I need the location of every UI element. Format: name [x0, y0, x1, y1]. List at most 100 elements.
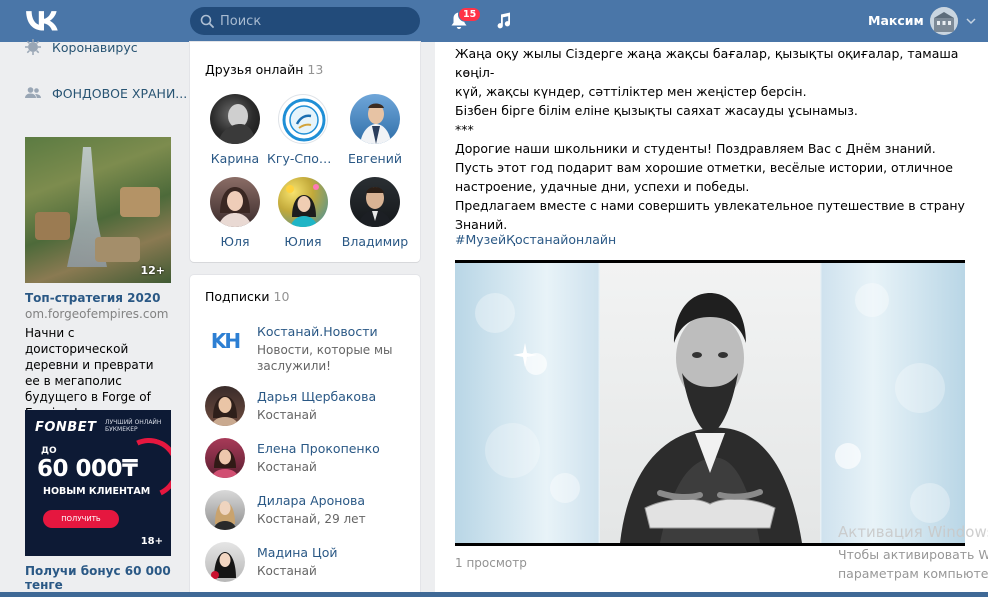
ad-domain: om.forgeofempires.com	[25, 307, 169, 321]
subscription-avatar[interactable]	[205, 542, 245, 582]
ad-logo: FONBET	[35, 420, 97, 435]
portrait-image	[600, 263, 820, 543]
friends-online-card: Друзья онлайн13 Карина Кгу-Спортив... Ев…	[190, 42, 420, 262]
post-line: Дорогие наши школьники и студенты! Поздр…	[455, 141, 936, 156]
ad-title[interactable]: Получи бонус 60 000 тенге	[25, 564, 171, 592]
subscriptions-header[interactable]: Подписки 10	[205, 289, 289, 304]
ad-subtitle: НОВЫМ КЛИЕНТАМ	[43, 486, 151, 497]
ad-title[interactable]: Топ-стратегия 2020	[25, 291, 171, 305]
ad-cta-button[interactable]: ПОЛУЧИТЬ	[43, 510, 119, 528]
friend-avatar[interactable]	[278, 94, 328, 144]
subscriptions-card: Подписки 10 KH Костанай.Новости Новости, …	[190, 275, 420, 597]
search-placeholder: Поиск	[220, 13, 262, 29]
watermark-line: Активация Windows	[838, 523, 988, 541]
user-name[interactable]: Максим	[868, 13, 924, 28]
friend-avatar[interactable]	[350, 94, 400, 144]
friend-avatar[interactable]	[210, 177, 260, 227]
sparkle-icon	[513, 343, 537, 367]
post-line: Пусть этот год подарит вам хорошие отмет…	[455, 160, 953, 175]
search-input[interactable]: Поиск	[190, 7, 420, 35]
friend-item[interactable]: Кгу-Спортив...	[267, 94, 339, 166]
subscription-desc: Костанай	[257, 564, 317, 578]
friend-item[interactable]: Юлия	[267, 177, 339, 249]
wall-post: Жаңа оқу жылы Сіздерге жаңа жақсы бағала…	[435, 42, 988, 597]
post-hashtag-link[interactable]: #МузейҚостанайонлайн	[455, 232, 616, 247]
top-header: Поиск 15 Максим	[0, 0, 988, 42]
subscription-avatar[interactable]	[205, 386, 245, 426]
sidebar-item-coronavirus[interactable]: Коронавирус	[24, 38, 138, 56]
subscription-avatar[interactable]: KH	[205, 321, 245, 361]
subscription-name[interactable]: Дарья Щербакова	[257, 389, 376, 404]
friend-avatar[interactable]	[210, 94, 260, 144]
friend-item[interactable]: Юля	[199, 177, 271, 249]
ad-logo-subtitle: ЛУЧШИЙ ОНЛАЙН БУКМЕКЕР	[105, 419, 162, 433]
sidebar-item-label: Коронавирус	[52, 39, 138, 55]
ad-image[interactable]: 12+	[25, 137, 171, 283]
chevron-down-icon[interactable]	[966, 17, 976, 25]
post-line: Жаңа оқу жылы Сіздерге жаңа жақсы бағала…	[455, 46, 959, 80]
subscription-desc: Новости, которые мы заслужили!	[257, 343, 393, 373]
subscription-desc: Костанай	[257, 408, 317, 422]
subscription-name[interactable]: Елена Прокопенко	[257, 441, 380, 456]
post-line: настроение, удачные дни, успехи и победы…	[455, 179, 750, 194]
windows-activation-watermark: Активация Windows Чтобы активировать Win…	[838, 523, 988, 583]
watermark-line: параметрам компьютера	[838, 566, 988, 581]
subscription-item[interactable]: Елена Прокопенко Костанай	[205, 438, 380, 478]
friend-name: Владимир	[341, 234, 409, 249]
subscription-item[interactable]: Мадина Цой Костанай	[205, 542, 338, 582]
sidebar-item-group[interactable]: ФОНДОВОЕ ХРАНИ...	[24, 84, 187, 102]
post-line: күй, жақсы күндер, сәттіліктер мен жеңіс…	[455, 84, 807, 99]
friend-avatar[interactable]	[350, 177, 400, 227]
post-line: ***	[455, 122, 474, 137]
subscription-name[interactable]: Дилара Аронова	[257, 493, 366, 508]
group-icon	[25, 87, 41, 98]
friend-item[interactable]: Евгений	[339, 94, 411, 166]
search-icon	[200, 14, 214, 28]
friends-online-header[interactable]: Друзья онлайн 13	[205, 62, 323, 77]
friend-item[interactable]: Владимир	[339, 177, 411, 249]
taskbar-strip	[0, 592, 988, 597]
subscription-name[interactable]: Костанай.Новости	[257, 324, 397, 339]
friend-item[interactable]: Карина	[199, 94, 271, 166]
friends-online-title: Друзья онлайн	[205, 62, 304, 77]
friend-name: Юлия	[284, 234, 322, 249]
ad-amount: 60 000₸	[37, 456, 138, 482]
subscription-desc: Костанай, 29 лет	[257, 512, 366, 526]
subscription-item[interactable]: Дилара Аронова Костанай, 29 лет	[205, 490, 366, 530]
virus-icon	[25, 39, 41, 55]
ad-image[interactable]: FONBET ЛУЧШИЙ ОНЛАЙН БУКМЕКЕР ДО 60 000₸…	[25, 410, 171, 556]
user-avatar[interactable]	[930, 7, 958, 35]
subscriptions-title: Подписки	[205, 289, 270, 304]
subscription-name[interactable]: Мадина Цой	[257, 545, 338, 560]
vk-logo-icon[interactable]	[26, 11, 58, 31]
ad-prefix: ДО	[41, 446, 57, 456]
friend-name: Кгу-Спортив...	[267, 151, 339, 166]
subscription-avatar[interactable]	[205, 490, 245, 530]
post-views: 1 просмотр	[455, 556, 527, 570]
sidebar-item-label: ФОНДОВОЕ ХРАНИ...	[52, 85, 188, 101]
kh-logo-text: KH	[210, 329, 241, 353]
friend-name: Евгений	[348, 151, 402, 166]
subscriptions-count: 10	[273, 289, 290, 304]
subscription-desc: Костанай	[257, 460, 317, 474]
watermark-line: Чтобы активировать Windows	[838, 547, 988, 562]
music-icon[interactable]	[496, 12, 512, 30]
friends-online-count: 13	[307, 62, 324, 77]
ad-forge-of-empires[interactable]: 12+ Топ-стратегия 2020 om.forgeofempires…	[25, 137, 171, 421]
friend-name: Карина	[210, 151, 260, 166]
post-line: Предлагаем вместе с нами совершить увлек…	[455, 198, 965, 213]
avatar-building-image	[930, 7, 958, 35]
friend-avatar[interactable]	[278, 177, 328, 227]
ad-age-badge: 12+	[140, 264, 165, 277]
subscription-item[interactable]: KH Костанай.Новости Новости, которые мы …	[205, 321, 397, 374]
ad-age-badge: 18+	[140, 536, 163, 547]
post-text: Жаңа оқу жылы Сіздерге жаңа жақсы бағала…	[455, 44, 975, 234]
ad-fonbet[interactable]: FONBET ЛУЧШИЙ ОНЛАЙН БУКМЕКЕР ДО 60 000₸…	[25, 410, 171, 592]
subscription-avatar[interactable]	[205, 438, 245, 478]
post-line: Бізбен бірге білім еліне қызықты саяхат …	[455, 103, 858, 118]
ad-text: Начни с доисторической деревни и преврат…	[25, 326, 154, 420]
notifications-badge[interactable]: 15	[458, 7, 482, 22]
friend-name: Юля	[220, 234, 250, 249]
post-photo[interactable]	[455, 260, 965, 546]
subscription-item[interactable]: Дарья Щербакова Костанай	[205, 386, 376, 426]
